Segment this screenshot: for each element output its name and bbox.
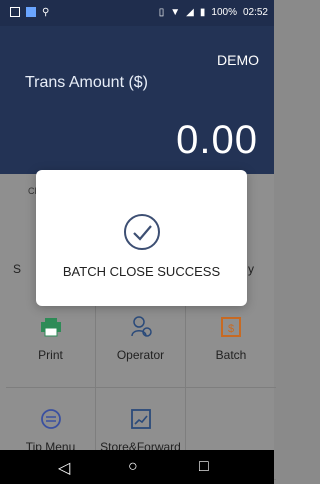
- usb-icon: ⚲: [42, 7, 50, 18]
- app-icon: [26, 7, 36, 17]
- amount-header: DEMO Trans Amount ($) 0.00: [0, 26, 274, 174]
- status-bar: ⚲ ▯ ▼ ◢ ▮ 100% 02:52: [0, 0, 274, 26]
- printer-icon: [6, 316, 95, 338]
- operator-icon: [96, 316, 185, 338]
- battery-icon: ▮: [199, 7, 206, 18]
- print-label: Print: [38, 348, 63, 362]
- status-left-icons: ⚲: [10, 7, 49, 18]
- amount-value: 0.00: [176, 118, 258, 162]
- trans-amount-label: Trans Amount ($): [25, 74, 149, 91]
- print-button[interactable]: Print: [6, 296, 96, 388]
- navigation-bar: ◁ ○ □: [0, 450, 274, 484]
- tip-icon: [6, 408, 95, 430]
- batch-label: Batch: [215, 348, 247, 362]
- row2-right-label: y: [248, 262, 254, 276]
- checkmark-icon: [122, 212, 162, 257]
- svg-text:$: $: [228, 323, 234, 335]
- dialog-message: BATCH CLOSE SUCCESS: [62, 264, 221, 279]
- row2-left-label: S: [13, 262, 22, 276]
- home-button[interactable]: ○: [128, 458, 138, 476]
- battery-percent: 100%: [211, 7, 237, 18]
- operator-button[interactable]: Operator: [96, 296, 186, 388]
- batch-close-dialog: BATCH CLOSE SUCCESS: [36, 170, 247, 306]
- batch-icon: $: [186, 316, 276, 338]
- batch-button[interactable]: $ Batch: [186, 296, 276, 388]
- vibrate-icon: ▯: [158, 7, 165, 18]
- status-right: ▯ ▼ ◢ ▮ 100% 02:52: [159, 7, 268, 18]
- notification-icon: [10, 7, 20, 17]
- back-button[interactable]: ◁: [58, 458, 70, 478]
- clock: 02:52: [242, 7, 268, 18]
- wifi-icon: ▼: [170, 7, 181, 18]
- demo-label: DEMO: [217, 52, 259, 68]
- signal-icon: ◢: [186, 7, 194, 18]
- recent-apps-button[interactable]: □: [199, 458, 209, 476]
- operator-label: Operator: [116, 348, 165, 362]
- store-forward-icon: [96, 408, 185, 430]
